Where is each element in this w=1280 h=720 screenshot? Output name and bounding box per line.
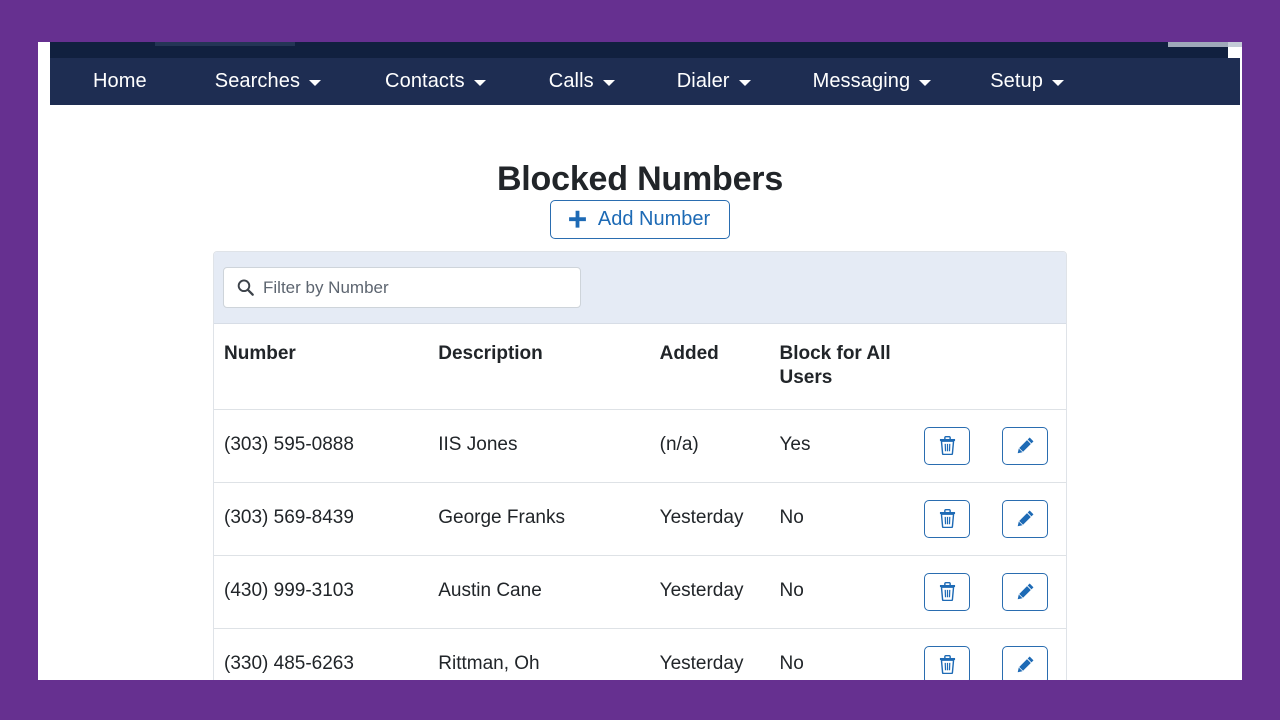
add-number-button[interactable]: Add Number xyxy=(549,200,731,239)
filter-input-wrapper[interactable] xyxy=(223,267,581,308)
trash-icon xyxy=(939,436,955,456)
top-strip xyxy=(50,42,1242,58)
edit-row-button[interactable] xyxy=(1002,499,1049,538)
chevron-down-icon xyxy=(919,79,932,86)
table-header: Number Description Added Block for All U… xyxy=(214,324,1066,410)
column-header-block-for-all-users: Block for All Users xyxy=(779,324,925,410)
table-row: (303) 569-8439 George Franks Yesterday N… xyxy=(214,482,1066,556)
pencil-icon xyxy=(1017,510,1034,527)
table-body: (303) 595-0888 IIS Jones (n/a) Yes (303)… xyxy=(214,409,1066,680)
delete-row-button[interactable] xyxy=(924,645,971,680)
page-title: Blocked Numbers xyxy=(496,159,784,198)
top-strip-logo-ghost xyxy=(155,42,295,46)
cell-number: (303) 569-8439 xyxy=(214,482,439,556)
trash-icon xyxy=(939,655,955,675)
edit-row-button[interactable] xyxy=(1002,426,1049,465)
cell-block-for-all-users: No xyxy=(779,653,804,675)
cell-added: Yesterday xyxy=(659,653,744,675)
table-header-row: Number Description Added Block for All U… xyxy=(214,324,1066,410)
chevron-down-icon xyxy=(738,79,751,86)
cell-block-for-all-users: No xyxy=(779,555,925,629)
nav-item-label: Calls xyxy=(548,70,594,92)
pencil-icon xyxy=(1017,656,1034,673)
nav-item-dialer[interactable]: Dialer xyxy=(677,66,751,97)
browser-page: Home Searches Contacts Calls Dialer Mess… xyxy=(38,42,1242,680)
blocked-numbers-table: Number Description Added Block for All U… xyxy=(214,324,1066,680)
delete-row-button[interactable] xyxy=(924,572,971,611)
cell-description: Rittman, Oh xyxy=(438,653,540,675)
cell-added: Yesterday xyxy=(659,482,780,556)
blocked-numbers-card: Number Description Added Block for All U… xyxy=(213,251,1067,680)
cell-block-for-all-users: No xyxy=(779,482,925,556)
column-header-number: Number xyxy=(214,324,439,410)
delete-row-button[interactable] xyxy=(924,426,971,465)
cell-added: (n/a) xyxy=(659,409,780,483)
search-input[interactable] xyxy=(263,277,553,298)
main-navigation: Home Searches Contacts Calls Dialer Mess… xyxy=(50,58,1240,105)
column-header-added: Added xyxy=(659,324,780,410)
cell-number: (303) 595-0888 xyxy=(214,409,439,483)
add-button-container: Add Number xyxy=(38,200,1242,239)
chevron-down-icon xyxy=(602,79,615,86)
nav-item-label: Home xyxy=(93,70,147,92)
trash-icon xyxy=(939,582,955,602)
search-icon xyxy=(237,279,254,296)
nav-item-label: Searches xyxy=(214,70,301,92)
table-row: (330) 485-6263 Rittman, Oh Yesterday No xyxy=(214,628,1066,680)
column-header-description: Description xyxy=(438,324,660,410)
nav-item-label: Dialer xyxy=(676,70,730,92)
cell-description: IIS Jones xyxy=(438,409,660,483)
nav-item-home[interactable]: Home xyxy=(93,66,147,97)
trash-icon xyxy=(939,509,955,529)
cell-number: (430) 999-3103 xyxy=(214,555,439,629)
cell-description: Austin Cane xyxy=(438,555,660,629)
chevron-down-icon xyxy=(473,79,486,86)
nav-item-contacts[interactable]: Contacts xyxy=(385,66,486,97)
chevron-down-icon xyxy=(1051,79,1064,86)
cell-number: (330) 485-6263 xyxy=(224,653,354,675)
nav-item-setup[interactable]: Setup xyxy=(990,66,1064,97)
table-row: (303) 595-0888 IIS Jones (n/a) Yes xyxy=(214,409,1066,483)
cell-description: George Franks xyxy=(438,482,660,556)
cell-added: Yesterday xyxy=(659,555,780,629)
cell-actions xyxy=(924,628,1066,680)
top-strip-control-ghost xyxy=(1168,42,1242,47)
cell-actions xyxy=(924,482,1066,556)
edit-row-button[interactable] xyxy=(1002,572,1049,611)
cell-actions xyxy=(924,409,1066,483)
chevron-down-icon xyxy=(309,79,322,86)
nav-item-label: Setup xyxy=(990,70,1043,92)
table-row: (430) 999-3103 Austin Cane Yesterday No xyxy=(214,555,1066,629)
pencil-icon xyxy=(1017,583,1034,600)
nav-item-messaging[interactable]: Messaging xyxy=(813,66,932,97)
pencil-icon xyxy=(1017,437,1034,454)
nav-item-label: Messaging xyxy=(812,70,911,92)
nav-item-searches[interactable]: Searches xyxy=(214,66,322,97)
desktop-background: Home Searches Contacts Calls Dialer Mess… xyxy=(0,0,1280,720)
add-number-button-label: Add Number xyxy=(597,208,711,230)
filter-bar xyxy=(214,252,1066,324)
nav-item-calls[interactable]: Calls xyxy=(549,66,615,97)
cell-block-for-all-users: Yes xyxy=(779,409,925,483)
nav-item-label: Contacts xyxy=(385,70,465,92)
column-header-actions xyxy=(924,324,1066,410)
edit-row-button[interactable] xyxy=(1002,645,1049,680)
cell-actions xyxy=(924,555,1066,629)
delete-row-button[interactable] xyxy=(924,499,971,538)
plus-icon xyxy=(568,210,586,228)
